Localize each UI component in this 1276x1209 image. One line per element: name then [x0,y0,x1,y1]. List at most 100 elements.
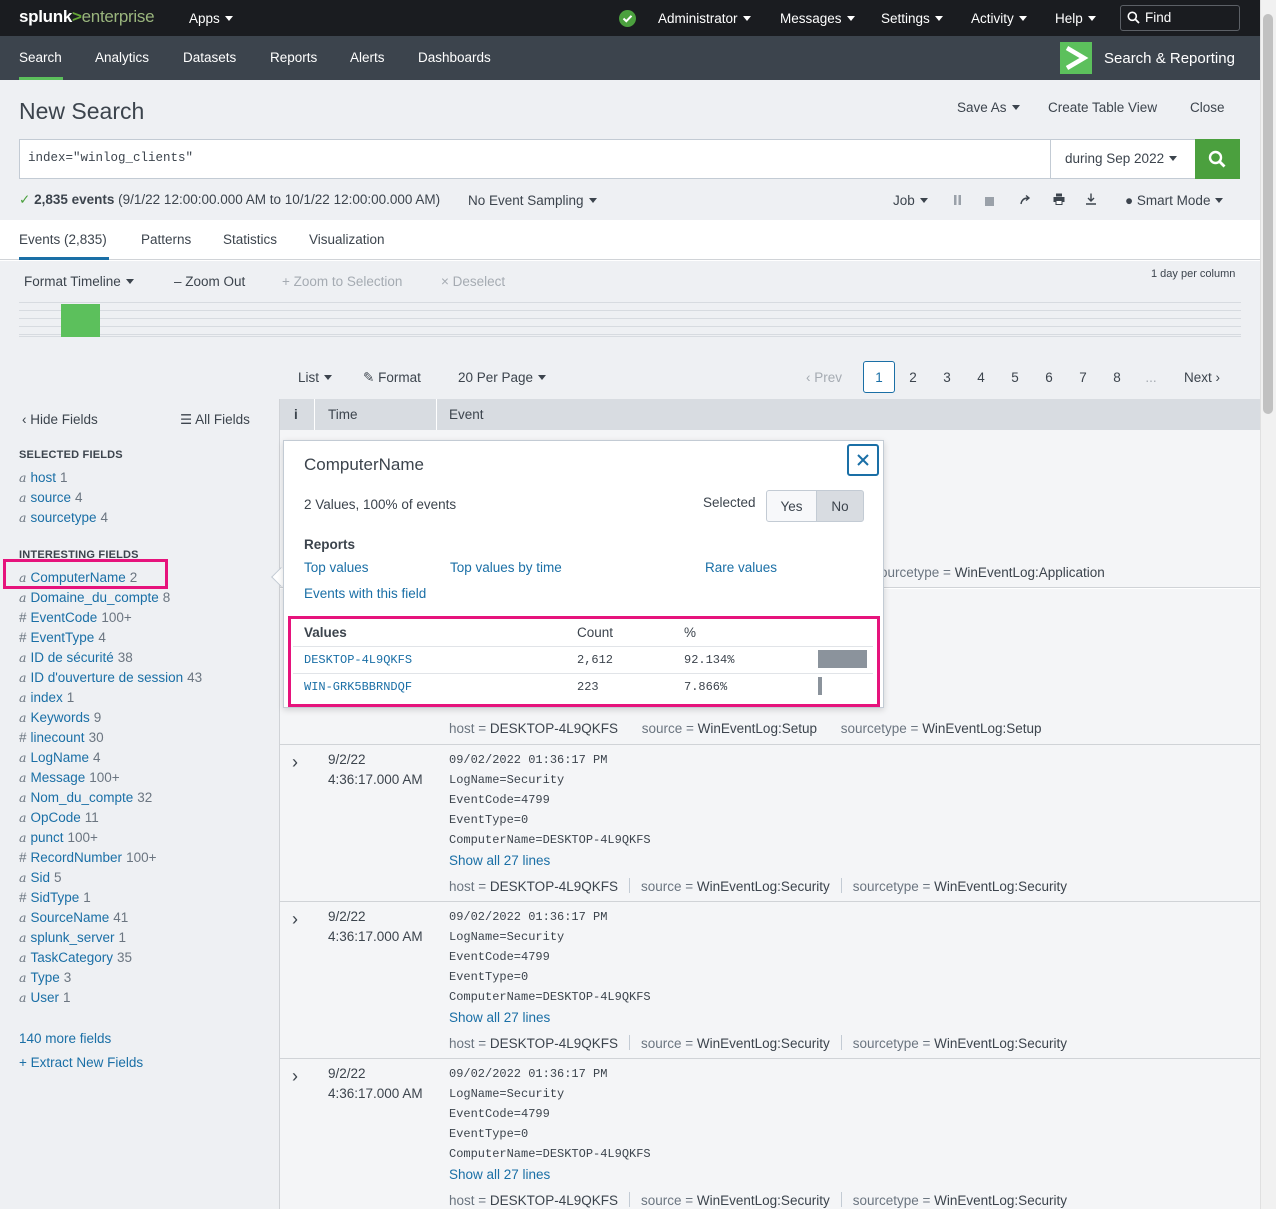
deselect-button[interactable]: × Deselect [441,274,505,289]
sidebar-field-type[interactable]: a Type 3 [19,970,71,985]
sidebar-field-taskcategory[interactable]: a TaskCategory 35 [19,950,132,965]
all-fields-button[interactable]: ☰ All Fields [180,412,250,428]
create-table-view-button[interactable]: Create Table View [1048,100,1157,115]
meta-host[interactable]: host = DESKTOP-4L9QKFS [449,1193,618,1208]
top-values-by-time-link[interactable]: Top values by time [450,560,562,575]
expand-event-icon[interactable]: › [292,909,298,930]
sidebar-field-id-d-ouverture-de-session[interactable]: a ID d'ouverture de session 43 [19,670,202,685]
event-meta[interactable]: host = DESKTOP-4L9QKFS source = WinEvent… [449,721,1042,736]
popup-close-button[interactable] [847,444,879,476]
pause-icon[interactable] [953,194,962,208]
sidebar-field-id-de-s-curit-[interactable]: a ID de sécurité 38 [19,650,133,665]
timeline-chart[interactable] [19,302,1241,337]
sidebar-field-logname[interactable]: a LogName 4 [19,750,101,765]
save-as-menu[interactable]: Save As [957,100,1020,115]
col-time[interactable]: Time [328,407,358,422]
sidebar-field-eventcode[interactable]: # EventCode 100+ [19,610,132,625]
sidebar-field-host[interactable]: a host 1 [19,470,68,485]
stop-icon[interactable] [985,195,994,209]
format-button[interactable]: ✎ Format [363,370,421,386]
help-menu[interactable]: Help [1055,11,1096,26]
zoom-selection-button[interactable]: + Zoom to Selection [282,274,402,289]
show-all-lines-link[interactable]: Show all 27 lines [449,853,550,868]
tab-datasets[interactable]: Datasets [183,50,236,65]
tab-visualization[interactable]: Visualization [309,232,385,247]
job-menu[interactable]: Job [893,193,928,208]
sidebar-field-keywords[interactable]: a Keywords 9 [19,710,101,725]
app-name[interactable]: Search & Reporting [1104,50,1235,67]
sidebar-field-sidtype[interactable]: # SidType 1 [19,890,91,905]
more-fields-link[interactable]: 140 more fields [19,1031,111,1046]
meta-source[interactable]: source = WinEventLog:Security [641,879,830,894]
tab-alerts[interactable]: Alerts [350,50,385,65]
top-values-link[interactable]: Top values [304,560,369,575]
sidebar-field-eventtype[interactable]: # EventType 4 [19,630,106,645]
rare-values-link[interactable]: Rare values [705,560,777,575]
tab-dashboards[interactable]: Dashboards [418,50,491,65]
find-input[interactable]: Find [1120,5,1240,31]
scrollbar-thumb[interactable] [1263,14,1273,414]
tab-patterns[interactable]: Patterns [141,232,191,247]
meta-host[interactable]: host = DESKTOP-4L9QKFS [449,879,618,894]
tab-analytics[interactable]: Analytics [95,50,149,65]
share-icon[interactable] [1020,194,1031,208]
tab-reports[interactable]: Reports [270,50,317,65]
search-button[interactable] [1195,139,1240,179]
export-icon[interactable] [1085,193,1097,208]
page-5-button[interactable]: 5 [1005,370,1025,385]
sidebar-field-domaine-du-compte[interactable]: a Domaine_du_compte 8 [19,590,170,605]
time-range-picker[interactable]: during Sep 2022 [1050,139,1196,179]
meta-source[interactable]: source = WinEventLog:Security [641,1036,830,1051]
meta-source[interactable]: source = WinEventLog:Security [641,1193,830,1208]
meta-sourcetype[interactable]: sourcetype = WinEventLog:Security [853,1193,1067,1208]
next-page-button[interactable]: Next › [1184,370,1220,385]
timeline-bar[interactable] [61,304,100,337]
close-button[interactable]: Close [1190,100,1225,115]
page-3-button[interactable]: 3 [937,370,957,385]
selected-yes-button[interactable]: Yes [766,490,817,522]
show-all-lines-link[interactable]: Show all 27 lines [449,1010,550,1025]
page-2-button[interactable]: 2 [903,370,923,385]
tab-search[interactable]: Search [19,50,62,65]
sidebar-field-index[interactable]: a index 1 [19,690,74,705]
tab-statistics[interactable]: Statistics [223,232,277,247]
messages-menu[interactable]: Messages [780,11,855,26]
sidebar-field-sourcename[interactable]: a SourceName 41 [19,910,128,925]
page-7-button[interactable]: 7 [1073,370,1093,385]
splunk-logo[interactable]: splunk>enterprise [19,7,155,27]
tab-events[interactable]: Events (2,835) [19,232,107,247]
selected-no-button[interactable]: No [816,490,864,522]
status-ok-icon[interactable] [619,10,636,27]
show-all-lines-link[interactable]: Show all 27 lines [449,1167,550,1182]
sidebar-field-linecount[interactable]: # linecount 30 [19,730,104,745]
extract-fields-link[interactable]: + Extract New Fields [19,1055,143,1070]
settings-menu[interactable]: Settings [881,11,943,26]
prev-page-button[interactable]: ‹ Prev [806,370,842,385]
apps-menu[interactable]: Apps [189,11,233,26]
sidebar-field-splunk-server[interactable]: a splunk_server 1 [19,930,126,945]
administrator-menu[interactable]: Administrator [658,11,751,26]
sidebar-field-opcode[interactable]: a OpCode 11 [19,810,99,825]
format-timeline-menu[interactable]: Format Timeline [24,274,134,289]
sidebar-field-sid[interactable]: a Sid 5 [19,870,61,885]
meta-sourcetype[interactable]: sourcetype = WinEventLog:Security [853,879,1067,894]
events-with-field-link[interactable]: Events with this field [304,586,426,601]
page-4-button[interactable]: 4 [971,370,991,385]
per-page-menu[interactable]: 20 Per Page [458,370,546,385]
sidebar-field-punct[interactable]: a punct 100+ [19,830,98,845]
sidebar-field-nom-du-compte[interactable]: a Nom_du_compte 32 [19,790,152,805]
sidebar-field-recordnumber[interactable]: # RecordNumber 100+ [19,850,156,865]
activity-menu[interactable]: Activity [971,11,1027,26]
meta-sourcetype[interactable]: sourcetype = WinEventLog:Security [853,1036,1067,1051]
sidebar-field-sourcetype[interactable]: a sourcetype 4 [19,510,108,525]
search-mode-menu[interactable]: ● Smart Mode [1125,193,1223,208]
zoom-out-button[interactable]: – Zoom Out [174,274,245,289]
event-sampling-menu[interactable]: No Event Sampling [468,193,597,208]
sidebar-field-user[interactable]: a User 1 [19,990,70,1005]
event-meta-sourcetype[interactable]: ourcetype = WinEventLog:Application [880,565,1105,580]
page-1-button[interactable]: 1 [863,361,895,393]
sidebar-field-message[interactable]: a Message 100+ [19,770,120,785]
print-icon[interactable] [1053,193,1065,208]
sidebar-field-source[interactable]: a source 4 [19,490,83,505]
page-8-button[interactable]: 8 [1107,370,1127,385]
